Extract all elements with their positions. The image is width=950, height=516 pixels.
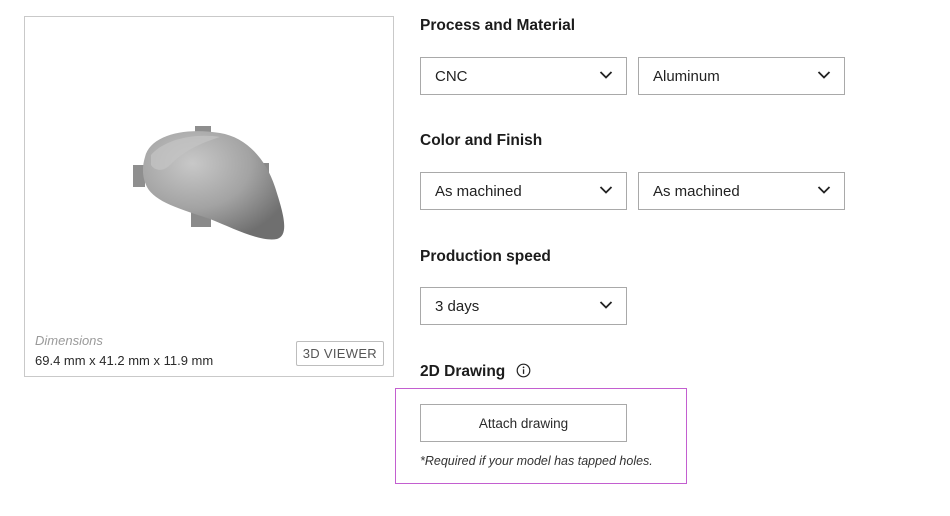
finish-select-value: As machined <box>653 182 740 200</box>
3d-viewer-button[interactable]: 3D VIEWER <box>295 341 384 366</box>
drawing-upload-box: Attach drawing *Required if your model h… <box>395 388 687 484</box>
dimensions-value: 69.4 mm x 41.2 mm x 11.9 mm <box>35 353 214 368</box>
chevron-down-icon <box>599 71 613 79</box>
material-select[interactable]: Aluminum <box>638 57 845 95</box>
production-speed-value: 3 days <box>435 297 480 315</box>
required-note: *Required if your model has tapped holes… <box>420 454 653 468</box>
drawing-title: 2D Drawing <box>420 363 531 381</box>
chevron-down-icon <box>817 186 831 194</box>
color-finish-title: Color and Finish <box>420 132 543 149</box>
dimensions-label: Dimensions <box>35 333 103 348</box>
info-icon[interactable] <box>516 363 531 378</box>
attach-drawing-button[interactable]: Attach drawing <box>420 404 627 442</box>
process-select[interactable]: CNC <box>420 57 627 95</box>
chevron-down-icon <box>817 71 831 79</box>
production-speed-title: Production speed <box>420 248 551 265</box>
finish-select[interactable]: As machined <box>638 172 845 210</box>
3d-model-thumbnail <box>133 126 285 240</box>
process-select-value: CNC <box>435 67 468 85</box>
model-preview-panel: Dimensions 69.4 mm x 41.2 mm x 11.9 mm 3… <box>24 16 394 377</box>
material-select-value: Aluminum <box>653 67 720 85</box>
chevron-down-icon <box>599 186 613 194</box>
color-select[interactable]: As machined <box>420 172 627 210</box>
production-speed-select[interactable]: 3 days <box>420 287 627 325</box>
chevron-down-icon <box>599 301 613 309</box>
color-select-value: As machined <box>435 182 522 200</box>
drawing-title-text: 2D Drawing <box>420 363 506 380</box>
process-material-title: Process and Material <box>420 17 576 34</box>
